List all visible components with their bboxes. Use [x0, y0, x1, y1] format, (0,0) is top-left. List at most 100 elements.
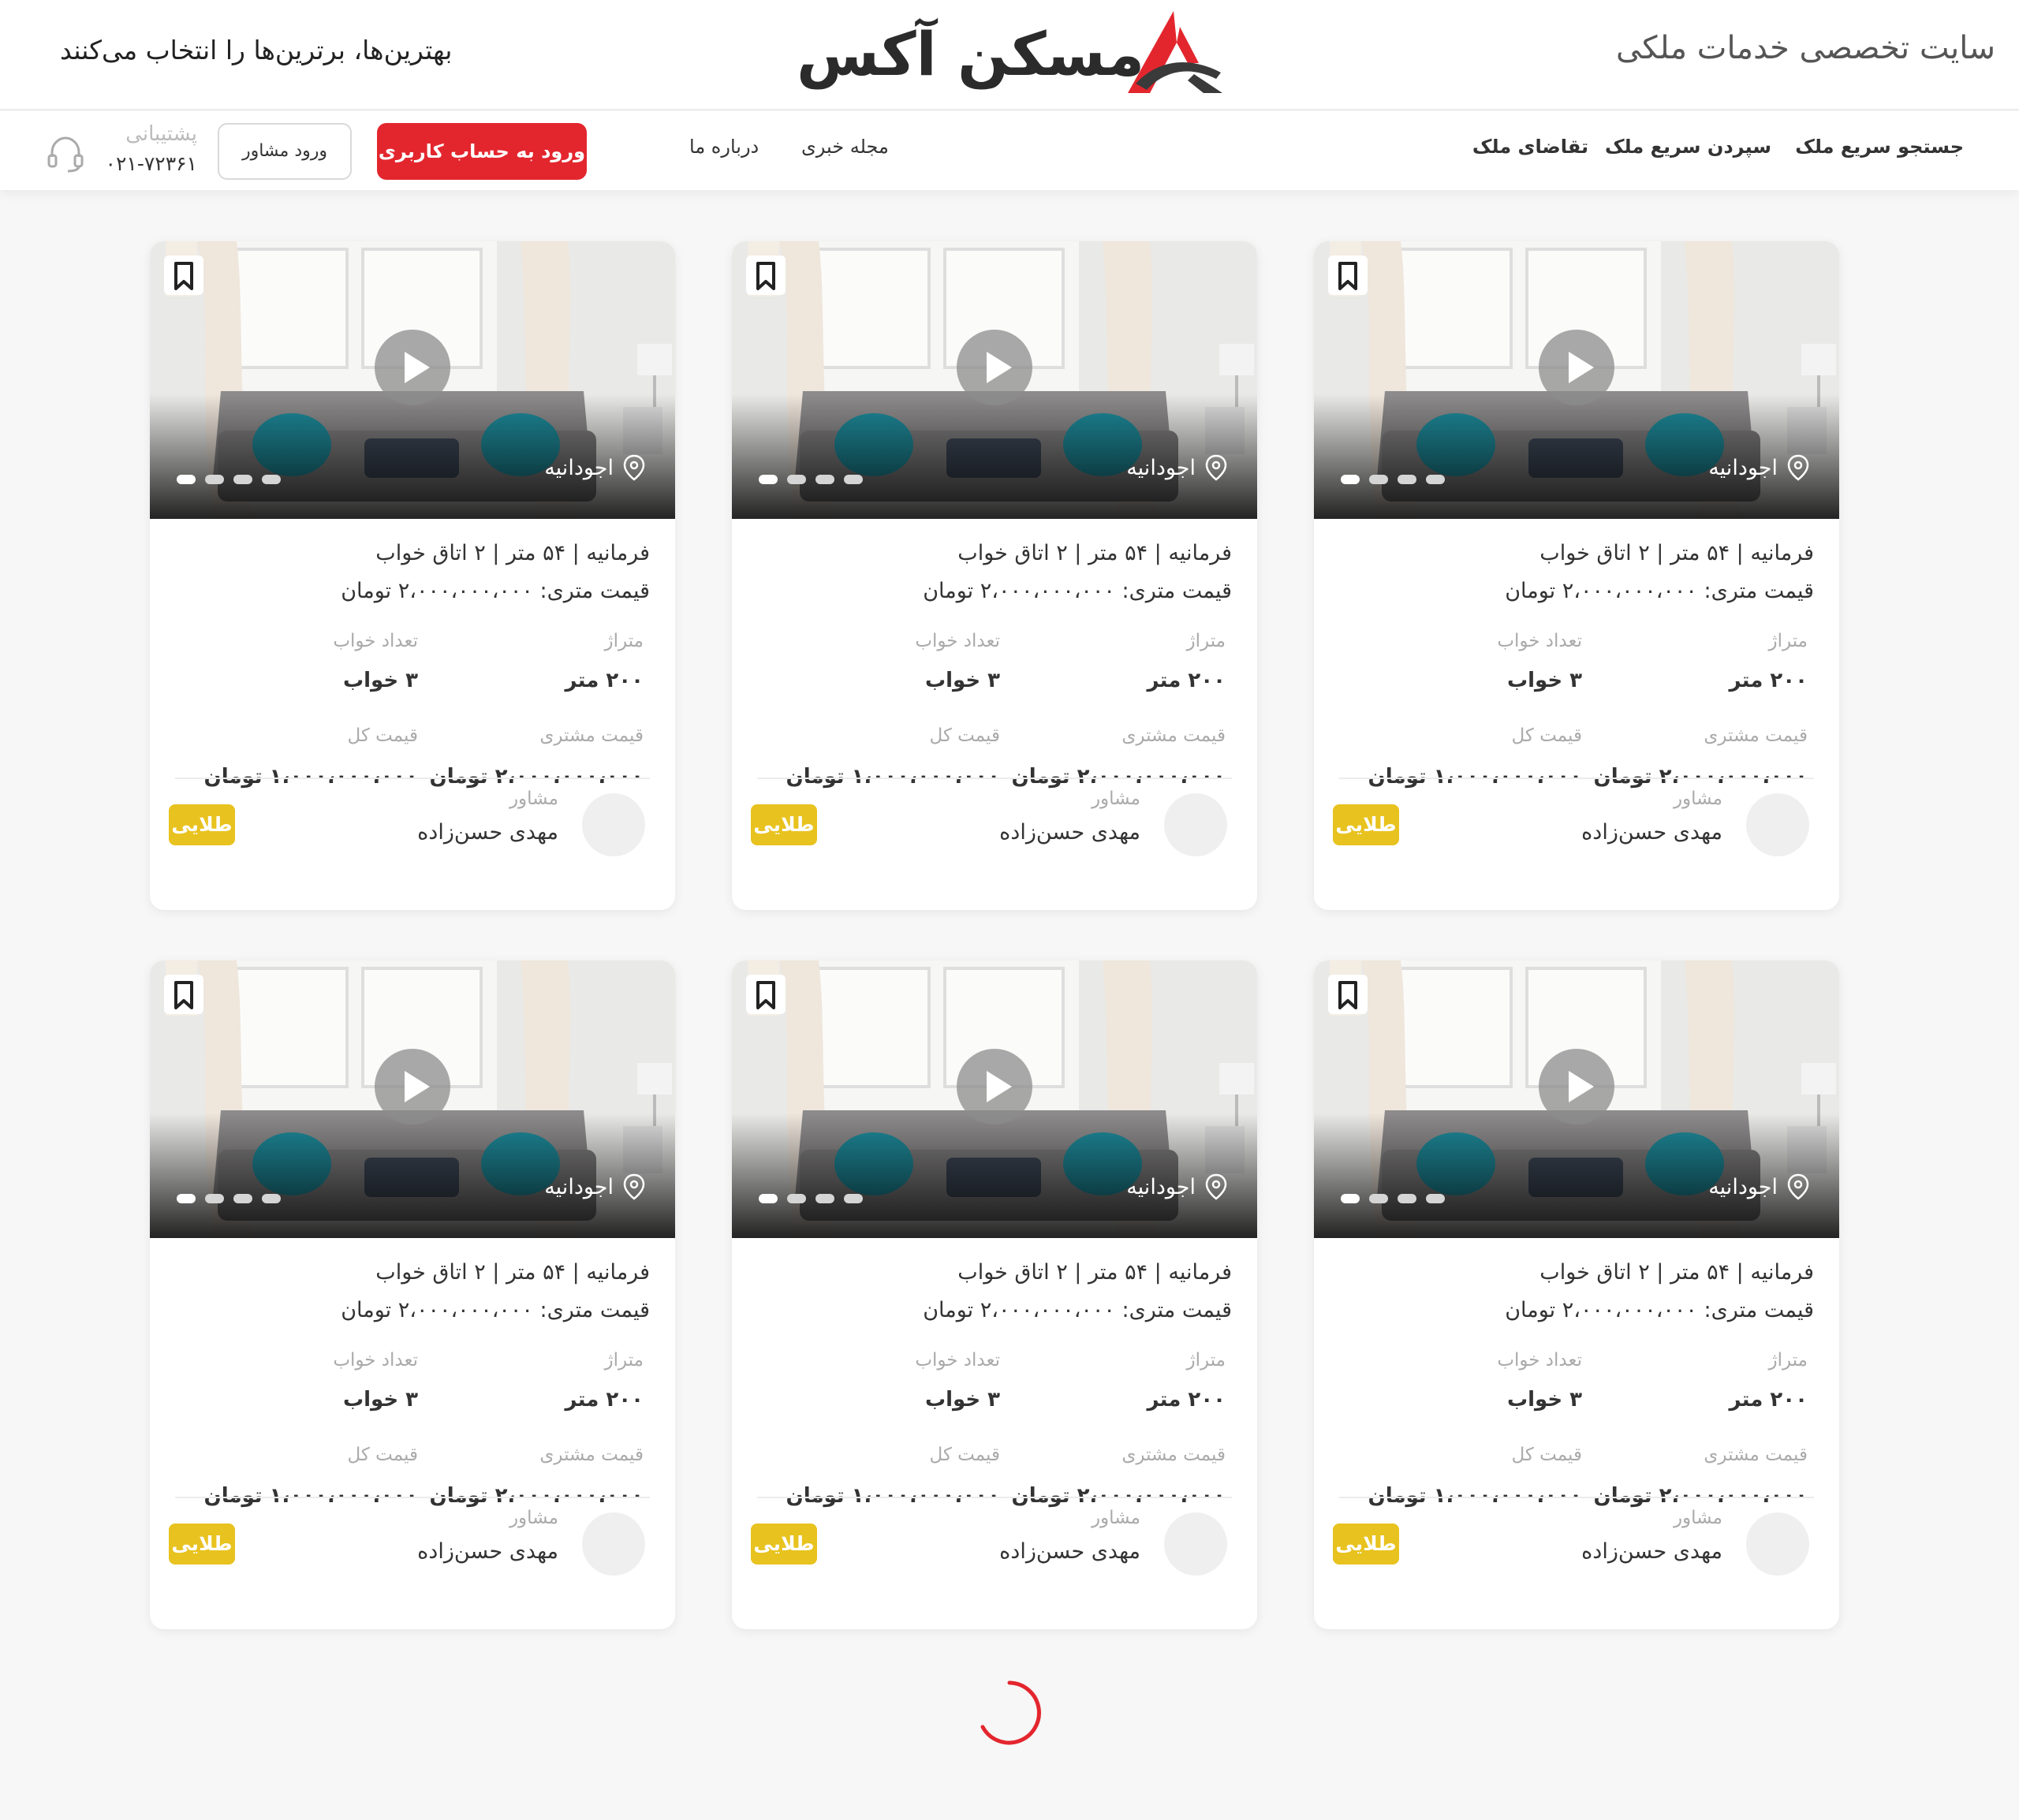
- play-icon: [1569, 1071, 1594, 1102]
- user-login-button[interactable]: ورود به حساب کاربری: [377, 123, 587, 180]
- brand[interactable]: مسکن آکس: [797, 9, 1222, 96]
- bedrooms-value: ۳ خواب: [342, 1388, 418, 1412]
- price-per-meter: قیمت متری: ۲،۰۰۰،۰۰۰،۰۰۰ تومان: [341, 1298, 650, 1322]
- customer-price-label: قیمت مشتری: [1121, 725, 1226, 746]
- location-pin-icon: [623, 1173, 645, 1200]
- photo-dot[interactable]: [1341, 1194, 1360, 1203]
- bookmark-button[interactable]: [746, 975, 786, 1014]
- agent-avatar[interactable]: [582, 793, 645, 856]
- customer-price-label: قیمت مشتری: [1704, 1445, 1808, 1465]
- photo-dot[interactable]: [233, 1194, 252, 1203]
- property-card[interactable]: اجودانیه فرمانیه | ۵۴ متر | ۲ اتاق خواب …: [732, 241, 1257, 910]
- photo-dot[interactable]: [844, 1194, 863, 1203]
- photo-dot[interactable]: [787, 1194, 806, 1203]
- headset-icon: [47, 136, 84, 173]
- play-video-button[interactable]: [957, 1049, 1032, 1124]
- card-photo[interactable]: اجودانیه: [1314, 241, 1839, 519]
- photo-dot[interactable]: [262, 475, 281, 484]
- location-pin-icon: [1205, 1173, 1227, 1200]
- play-video-button[interactable]: [1539, 330, 1614, 405]
- play-icon: [405, 352, 430, 383]
- card-location: اجودانیه: [544, 1173, 645, 1200]
- property-card[interactable]: اجودانیه فرمانیه | ۵۴ متر | ۲ اتاق خواب …: [1314, 241, 1839, 910]
- customer-price-label: قیمت مشتری: [1704, 725, 1808, 746]
- photo-dot[interactable]: [1426, 1194, 1445, 1203]
- area-value: ۲۰۰ متر: [565, 1388, 644, 1412]
- bookmark-button[interactable]: [1328, 975, 1368, 1014]
- bookmark-button[interactable]: [164, 975, 203, 1014]
- photo-dot[interactable]: [262, 1194, 281, 1203]
- photo-dot[interactable]: [1341, 475, 1360, 484]
- location-pin-icon: [623, 454, 645, 481]
- area-label: متراژ: [604, 1350, 644, 1371]
- photo-dot[interactable]: [205, 475, 224, 484]
- photo-dot[interactable]: [233, 475, 252, 484]
- play-video-button[interactable]: [375, 1049, 450, 1124]
- nav-property-request[interactable]: تقاضای ملک: [1472, 136, 1588, 158]
- play-video-button[interactable]: [375, 330, 450, 405]
- agent-avatar[interactable]: [1746, 793, 1809, 856]
- agent-name[interactable]: مهدی حسن‌زاده: [1581, 820, 1722, 845]
- agent-avatar[interactable]: [1746, 1512, 1809, 1576]
- nav-quick-search[interactable]: جستجو سریع ملک: [1795, 136, 1964, 158]
- agent-name[interactable]: مهدی حسن‌زاده: [417, 820, 558, 845]
- bookmark-button[interactable]: [164, 255, 203, 295]
- photo-pagination: [1341, 1194, 1445, 1203]
- photo-dot[interactable]: [177, 1194, 196, 1203]
- photo-dot[interactable]: [1398, 1194, 1416, 1203]
- agent-avatar[interactable]: [1164, 1512, 1227, 1576]
- top-header: سایت تخصصی خدمات ملکی مسکن آکس بهترین‌ها…: [0, 0, 2019, 110]
- bookmark-button[interactable]: [1328, 255, 1368, 295]
- photo-dot[interactable]: [205, 1194, 224, 1203]
- card-photo[interactable]: اجودانیه: [150, 960, 675, 1238]
- bookmark-icon: [1338, 981, 1357, 1009]
- support-phone[interactable]: ۰۲۱-۷۲۳۶۱: [106, 152, 197, 175]
- customer-price-label: قیمت مشتری: [1121, 1445, 1226, 1465]
- photo-dot[interactable]: [815, 1194, 834, 1203]
- location-label: اجودانیه: [1708, 1174, 1778, 1199]
- nav-news-magazine[interactable]: مجله خبری: [801, 136, 889, 158]
- photo-dot[interactable]: [844, 475, 863, 484]
- agent-avatar[interactable]: [1164, 793, 1227, 856]
- card-location: اجودانیه: [1126, 1173, 1227, 1200]
- photo-dot[interactable]: [787, 475, 806, 484]
- price-per-meter: قیمت متری: ۲،۰۰۰،۰۰۰،۰۰۰ تومان: [1505, 579, 1814, 603]
- customer-price-value: ۲،۰۰۰،۰۰۰،۰۰۰ تومان: [429, 765, 644, 789]
- card-photo[interactable]: اجودانیه: [732, 241, 1257, 519]
- price-per-meter: قیمت متری: ۲،۰۰۰،۰۰۰،۰۰۰ تومان: [923, 1298, 1232, 1322]
- property-summary: فرمانیه | ۵۴ متر | ۲ اتاق خواب: [1539, 541, 1814, 565]
- photo-dot[interactable]: [177, 475, 196, 484]
- photo-dot[interactable]: [1426, 475, 1445, 484]
- property-card[interactable]: اجودانیه فرمانیه | ۵۴ متر | ۲ اتاق خواب …: [732, 960, 1257, 1629]
- agent-name[interactable]: مهدی حسن‌زاده: [999, 1539, 1140, 1564]
- card-photo[interactable]: اجودانیه: [150, 241, 675, 519]
- bookmark-button[interactable]: [746, 255, 786, 295]
- bedrooms-value: ۳ خواب: [1506, 1388, 1582, 1412]
- agent-login-button[interactable]: ورود مشاور: [218, 123, 352, 180]
- photo-dot[interactable]: [759, 475, 778, 484]
- nav-quick-listing[interactable]: سپردن سریع ملک: [1605, 136, 1771, 158]
- photo-dot[interactable]: [1369, 475, 1388, 484]
- agent-name[interactable]: مهدی حسن‌زاده: [1581, 1539, 1722, 1564]
- property-card[interactable]: اجودانیه فرمانیه | ۵۴ متر | ۲ اتاق خواب …: [1314, 960, 1839, 1629]
- card-divider: [1339, 778, 1814, 779]
- play-video-button[interactable]: [1539, 1049, 1614, 1124]
- photo-dot[interactable]: [815, 475, 834, 484]
- agent-name[interactable]: مهدی حسن‌زاده: [999, 820, 1140, 845]
- photo-dot[interactable]: [1369, 1194, 1388, 1203]
- property-card[interactable]: اجودانیه فرمانیه | ۵۴ متر | ۲ اتاق خواب …: [150, 241, 675, 910]
- photo-dot[interactable]: [759, 1194, 778, 1203]
- play-video-button[interactable]: [957, 330, 1032, 405]
- card-photo[interactable]: اجودانیه: [1314, 960, 1839, 1238]
- photo-dot[interactable]: [1398, 475, 1416, 484]
- agent-avatar[interactable]: [582, 1512, 645, 1576]
- area-label: متراژ: [1768, 1350, 1808, 1371]
- property-card[interactable]: اجودانیه فرمانیه | ۵۴ متر | ۲ اتاق خواب …: [150, 960, 675, 1629]
- card-location: اجودانیه: [1126, 454, 1227, 481]
- location-pin-icon: [1787, 454, 1809, 481]
- card-photo[interactable]: اجودانیه: [732, 960, 1257, 1238]
- support-contact[interactable]: پشتیبانی ۰۲۱-۷۲۳۶۱: [47, 122, 197, 182]
- agent-name[interactable]: مهدی حسن‌زاده: [417, 1539, 558, 1564]
- nav-about-us[interactable]: درباره ما: [689, 136, 759, 158]
- gold-badge: طلایی: [1333, 804, 1399, 845]
